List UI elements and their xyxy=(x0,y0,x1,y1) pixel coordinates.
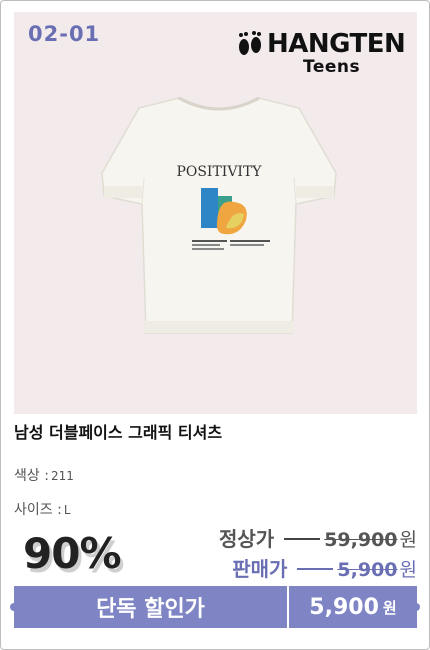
footprint-icon xyxy=(239,31,261,55)
brand-name: HANGTEN xyxy=(267,29,406,59)
color-label: 색상 : xyxy=(14,468,49,484)
size-value: L xyxy=(63,503,71,517)
regular-price-label: 정상가 xyxy=(218,527,275,551)
regular-price-value: 59,900 xyxy=(324,529,398,551)
exclusive-price[interactable]: 5,900 원 xyxy=(289,586,417,628)
product-code: 02-01 xyxy=(28,22,101,46)
regular-price-unit: 원 xyxy=(399,529,417,551)
sale-price-row: 판매가 5,900 원 xyxy=(232,553,417,582)
exclusive-price-unit: 원 xyxy=(382,598,397,617)
size-label: 사이즈 : xyxy=(14,502,62,518)
t-shirt-graphic: POSITIVITY xyxy=(101,96,337,334)
sale-price-unit: 원 xyxy=(399,559,417,581)
exclusive-price-value: 5,900 xyxy=(309,594,379,620)
bar-right-dot xyxy=(412,603,420,611)
brand-sub: Teens xyxy=(303,57,361,77)
product-image[interactable]: 02-01 HANGTEN Teens POSITIVITY xyxy=(14,12,417,414)
color-option: 색상 :211 xyxy=(14,465,74,485)
regular-price-row: 정상가 59,900 원 xyxy=(219,523,417,552)
product-name[interactable]: 남성 더블페이스 그래픽 티셔츠 xyxy=(14,419,222,443)
strike-line xyxy=(284,538,321,540)
product-card: 02-01 HANGTEN Teens POSITIVITY 남성 더블페이스 … xyxy=(0,0,430,650)
exclusive-discount-button[interactable]: 단독 할인가 xyxy=(14,586,289,628)
sale-price-label: 판매가 xyxy=(232,557,288,581)
strike-line xyxy=(297,568,334,570)
sale-price-value: 5,900 xyxy=(337,559,398,581)
discount-rate: 90% xyxy=(23,529,122,578)
brand-logo: HANGTEN Teens xyxy=(237,28,407,78)
size-option: 사이즈 :L xyxy=(14,499,71,519)
print-title: POSITIVITY xyxy=(176,164,262,180)
color-value: 211 xyxy=(50,469,74,483)
exclusive-discount-bar[interactable]: 단독 할인가 5,900 원 xyxy=(14,586,417,628)
